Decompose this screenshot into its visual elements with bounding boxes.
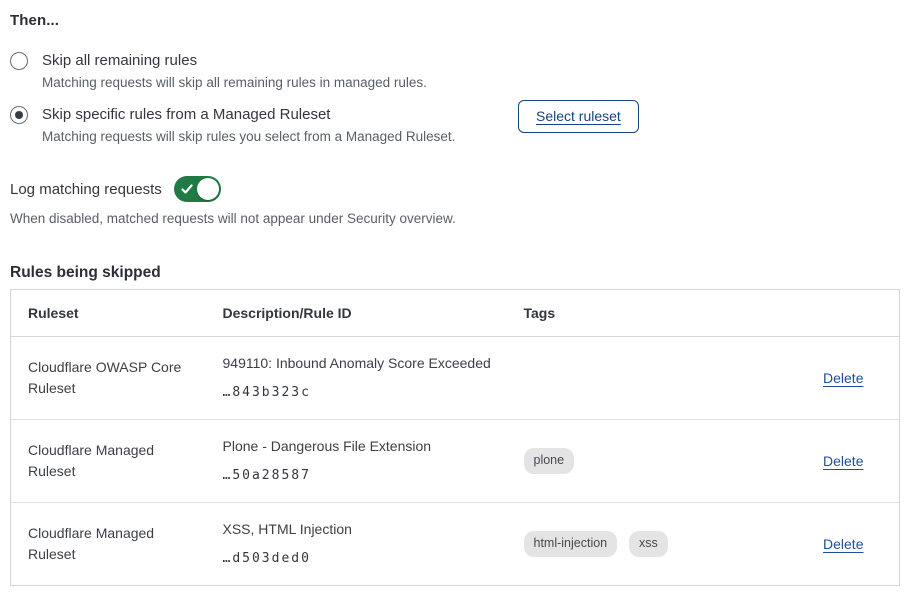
check-icon — [181, 183, 193, 195]
option-label[interactable]: Skip all remaining rules — [42, 51, 502, 71]
tags-cell: html-injection xss — [508, 503, 788, 586]
actions-cell: Delete — [788, 337, 900, 420]
ruleset-cell: Cloudflare Managed Ruleset — [11, 420, 207, 503]
log-matching-toggle[interactable] — [174, 176, 221, 202]
select-ruleset-button[interactable]: Select ruleset — [518, 100, 639, 133]
actions-cell: Delete — [788, 503, 900, 586]
delete-link[interactable]: Delete — [823, 370, 863, 386]
radio-dot — [15, 111, 23, 119]
actions-cell: Delete — [788, 420, 900, 503]
ruleset-cell: Cloudflare Managed Ruleset — [11, 503, 207, 586]
option-description: Matching requests will skip rules you se… — [42, 128, 502, 146]
table-header-row: Ruleset Description/Rule ID Tags — [11, 290, 900, 337]
rule-id: …d503ded0 — [223, 548, 492, 569]
then-heading: Then... — [10, 12, 900, 29]
option-skip-specific-rules: Skip specific rules from a Managed Rules… — [10, 105, 900, 146]
log-toggle-label: Log matching requests — [10, 181, 162, 198]
column-header-description: Description/Rule ID — [207, 290, 508, 337]
description-cell: Plone - Dangerous File Extension …50a285… — [207, 420, 508, 503]
tags-cell: plone — [508, 420, 788, 503]
column-header-ruleset: Ruleset — [11, 290, 207, 337]
option-text: Skip specific rules from a Managed Rules… — [42, 105, 502, 146]
rules-table: Ruleset Description/Rule ID Tags Cloudfl… — [10, 289, 900, 586]
option-label[interactable]: Skip specific rules from a Managed Rules… — [42, 105, 502, 125]
log-matching-section: Log matching requests When disabled, mat… — [10, 176, 900, 228]
rule-id: …843b323c — [223, 382, 492, 403]
tag-badge: xss — [629, 531, 668, 557]
action-options: Skip all remaining rules Matching reques… — [10, 51, 900, 146]
option-description: Matching requests will skip all remainin… — [42, 74, 502, 92]
toggle-knob — [197, 178, 219, 200]
rule-description: Plone - Dangerous File Extension — [223, 436, 492, 457]
log-toggle-description: When disabled, matched requests will not… — [10, 210, 900, 228]
radio-skip-specific-rules[interactable] — [10, 106, 28, 124]
rule-description: XSS, HTML Injection — [223, 519, 492, 540]
rules-being-skipped-heading: Rules being skipped — [10, 264, 900, 282]
option-text: Skip all remaining rules Matching reques… — [42, 51, 502, 92]
rule-id: …50a28587 — [223, 465, 492, 486]
table-row: Cloudflare OWASP Core Ruleset 949110: In… — [11, 337, 900, 420]
option-skip-all-remaining: Skip all remaining rules Matching reques… — [10, 51, 900, 92]
radio-skip-all-remaining[interactable] — [10, 52, 28, 70]
description-cell: 949110: Inbound Anomaly Score Exceeded …… — [207, 337, 508, 420]
delete-link[interactable]: Delete — [823, 536, 863, 552]
log-toggle-row: Log matching requests — [10, 176, 900, 202]
delete-link[interactable]: Delete — [823, 453, 863, 469]
table-row: Cloudflare Managed Ruleset Plone - Dange… — [11, 420, 900, 503]
description-cell: XSS, HTML Injection …d503ded0 — [207, 503, 508, 586]
rule-description: 949110: Inbound Anomaly Score Exceeded — [223, 353, 492, 374]
table-row: Cloudflare Managed Ruleset XSS, HTML Inj… — [11, 503, 900, 586]
waf-rule-config-page: Then... Skip all remaining rules Matchin… — [0, 0, 911, 586]
ruleset-cell: Cloudflare OWASP Core Ruleset — [11, 337, 207, 420]
column-header-actions — [788, 290, 900, 337]
column-header-tags: Tags — [508, 290, 788, 337]
tag-badge: plone — [524, 448, 575, 474]
tags-cell — [508, 337, 788, 420]
radio-dot — [15, 57, 23, 65]
tag-badge: html-injection — [524, 531, 618, 557]
